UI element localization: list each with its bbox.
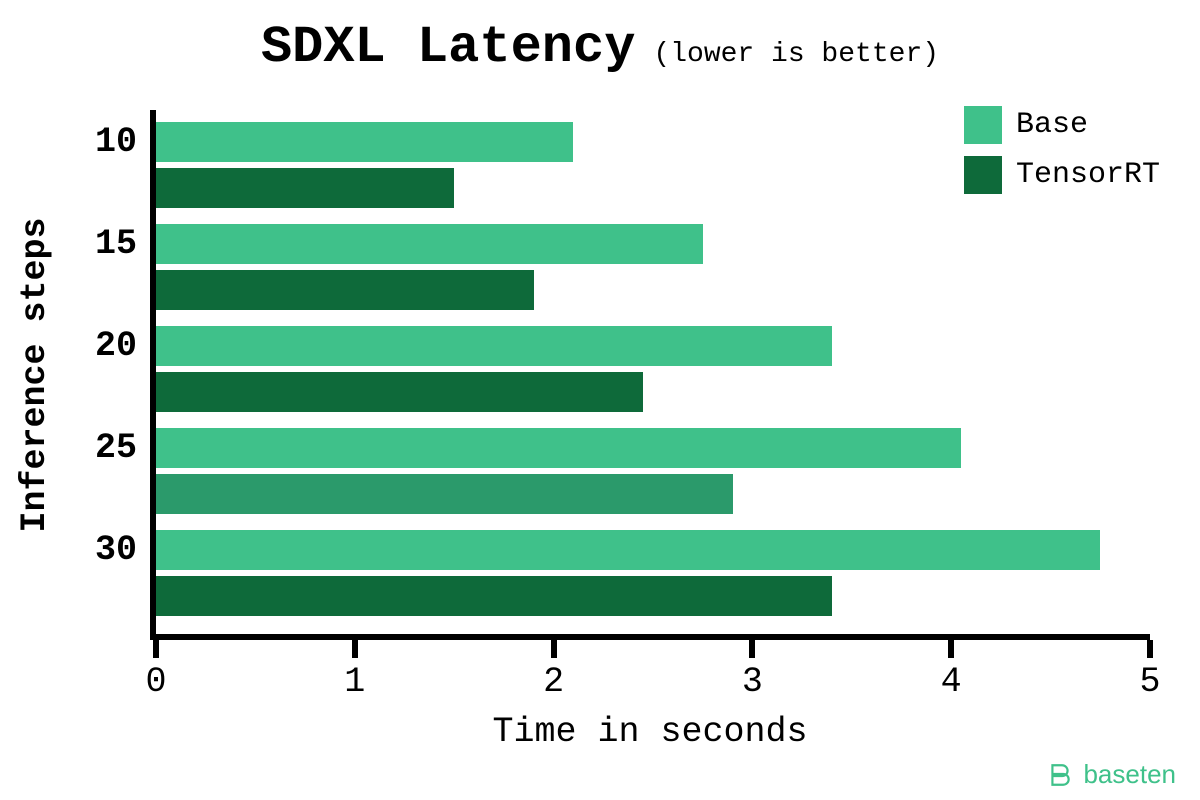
legend: Base TensorRT bbox=[964, 106, 1160, 206]
baseten-logo-icon bbox=[1047, 762, 1073, 788]
legend-label-base: Base bbox=[1016, 108, 1088, 142]
y-tick-label: 15 bbox=[95, 224, 137, 264]
x-tick-label: 3 bbox=[742, 662, 763, 702]
x-tick bbox=[749, 640, 755, 658]
bar-tensorrt-30 bbox=[156, 576, 832, 616]
x-axis bbox=[150, 634, 1150, 640]
brand-logo: baseten bbox=[1047, 759, 1176, 790]
bar-tensorrt-25 bbox=[156, 474, 733, 514]
x-tick-label: 5 bbox=[1139, 662, 1160, 702]
y-tick-label: 25 bbox=[95, 428, 137, 468]
x-tick-label: 2 bbox=[543, 662, 564, 702]
x-tick bbox=[153, 640, 159, 658]
legend-item-tensorrt: TensorRT bbox=[964, 156, 1160, 194]
bar-base-10 bbox=[156, 122, 573, 162]
y-axis-label: Inference steps bbox=[15, 217, 55, 532]
x-axis-label: Time in seconds bbox=[150, 712, 1150, 752]
legend-item-base: Base bbox=[964, 106, 1160, 144]
bar-base-20 bbox=[156, 326, 832, 366]
x-tick bbox=[1147, 640, 1153, 658]
legend-label-tensorrt: TensorRT bbox=[1016, 158, 1160, 192]
bar-base-30 bbox=[156, 530, 1100, 570]
brand-label: baseten bbox=[1083, 759, 1176, 790]
y-tick-label: 20 bbox=[95, 326, 137, 366]
legend-swatch-base bbox=[964, 106, 1002, 144]
legend-swatch-tensorrt bbox=[964, 156, 1002, 194]
bar-base-25 bbox=[156, 428, 961, 468]
x-tick bbox=[948, 640, 954, 658]
x-tick-label: 1 bbox=[344, 662, 365, 702]
y-tick-label: 10 bbox=[95, 122, 137, 162]
x-tick-label: 0 bbox=[145, 662, 166, 702]
bar-tensorrt-15 bbox=[156, 270, 534, 310]
bar-base-15 bbox=[156, 224, 703, 264]
bar-tensorrt-10 bbox=[156, 168, 454, 208]
chart-title: SDXL Latency (lower is better) bbox=[0, 0, 1200, 77]
chart-title-sub: (lower is better) bbox=[653, 39, 939, 70]
x-tick bbox=[551, 640, 557, 658]
chart-title-main: SDXL Latency bbox=[261, 18, 635, 77]
bar-tensorrt-20 bbox=[156, 372, 643, 412]
y-tick-label: 30 bbox=[95, 530, 137, 570]
x-tick bbox=[352, 640, 358, 658]
x-tick-label: 4 bbox=[941, 662, 962, 702]
